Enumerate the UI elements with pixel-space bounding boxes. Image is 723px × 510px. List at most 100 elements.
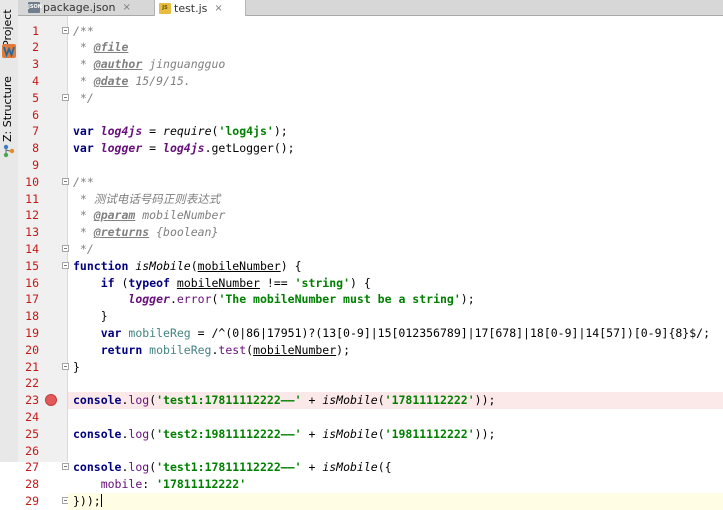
gutter-line[interactable]: 8 [18,140,67,157]
code-line[interactable]: mobile: '17811112222' [68,476,723,493]
line-number: 11 [25,191,39,206]
code-line[interactable] [68,443,723,460]
line-number: 25 [25,426,39,441]
gutter-line[interactable]: 23 [18,392,67,409]
gutter-line[interactable]: 7 [18,123,67,140]
gutter-line[interactable]: 15 [18,258,69,275]
code-token: * [73,208,94,223]
code-line[interactable] [68,409,723,426]
code-token: log [128,426,150,441]
close-icon[interactable]: × [122,1,130,14]
code-line[interactable]: } [68,359,723,376]
code-line[interactable]: * 测试电话号码正则表达式 [68,191,723,208]
gutter-line[interactable]: 12 [18,207,67,224]
code-token: + [301,393,323,408]
code-token: * [73,57,94,72]
code-line[interactable]: console.log('test2:19811112222——' + isMo… [68,426,723,443]
code-line[interactable]: var logger = log4js.getLogger(); [68,140,723,157]
code-line[interactable]: function isMobile(mobileNumber) { [68,258,723,275]
code-line[interactable] [68,157,723,174]
tab-package-json[interactable]: JSON package.json × [24,0,150,15]
line-number: 8 [32,141,39,156]
gutter-line[interactable]: 5 [18,90,69,107]
code-line[interactable]: * @author jinguangguo [68,56,723,73]
gutter-line[interactable]: 25 [18,426,67,443]
gutter-line[interactable]: 10 [18,174,69,191]
code-line[interactable]: var mobileReg = /^(0|86|17951)?(13[0-9]|… [68,325,723,342]
code-line[interactable]: * @param mobileNumber [68,207,723,224]
code-line[interactable]: } [68,308,723,325]
code-line[interactable]: })); [68,492,723,510]
code-token: mobileReg [149,342,212,357]
code-token: ( [377,393,385,408]
gutter-line[interactable]: 22 [18,375,67,392]
line-number: 10 [25,174,39,189]
web-w-icon[interactable] [2,44,16,58]
code-token: } [73,359,80,374]
code-line[interactable]: * @file [68,39,723,56]
gutter-line[interactable]: 21 [18,359,69,376]
code-token: logger [100,141,143,156]
gutter-line[interactable]: 6 [18,107,67,124]
gutter-line[interactable]: 9 [18,157,67,174]
gutter-line[interactable]: 18 [18,308,67,325]
code-token: 'test1:17811112222——' [156,460,302,475]
code-token: @file [93,40,129,55]
code-token: logger [128,292,170,307]
code-line[interactable] [68,375,723,392]
code-token: 'string' [294,275,350,290]
code-line[interactable]: /** [68,174,723,191]
code-line[interactable]: * @returns {boolean} [68,224,723,241]
gutter-line[interactable]: 16 [18,275,67,292]
line-number: 14 [25,241,39,256]
line-number: 5 [32,90,39,105]
gutter-line[interactable]: 1 [18,23,69,40]
code-token: mobileNumber [197,258,281,273]
code-line[interactable]: /** [68,23,723,40]
code-token: })); [73,493,101,508]
gutter-line[interactable]: 17 [18,291,67,308]
close-icon[interactable]: × [214,2,222,15]
gutter-line[interactable]: 26 [18,443,67,460]
code-token: var [73,141,101,156]
gutter-line[interactable]: 11 [18,191,67,208]
structure-tree-icon[interactable] [2,144,16,158]
code-token: mobileNumber [253,342,337,357]
gutter-line[interactable]: 4 [18,73,67,90]
gutter-line[interactable]: 14 [18,241,69,258]
code-line[interactable]: console.log('test1:17811112222——' + isMo… [68,392,723,409]
code-token: @date [93,73,129,88]
code-line[interactable]: return mobileReg.test(mobileNumber); [68,342,723,359]
gutter-line[interactable]: 13 [18,224,67,241]
gutter-line[interactable]: 24 [18,409,67,426]
breakpoint-icon[interactable] [45,394,57,407]
line-number: 13 [25,225,39,240]
code-line[interactable]: */ [68,241,723,258]
gutter-line[interactable]: 28 [18,476,67,493]
code-token: console [73,393,122,408]
code-token: } [73,309,108,324]
code-token: log4js [163,141,205,156]
code-token: ({ [377,460,392,475]
line-number: 19 [25,325,39,340]
structure-tool-button[interactable]: Z: Structure [0,76,18,142]
code-line[interactable]: logger.error('The mobileNumber must be a… [68,291,723,308]
code-line[interactable]: */ [68,90,723,107]
code-token: * [73,40,94,55]
code-token: + [301,460,323,475]
gutter-line[interactable]: 29 [18,493,69,510]
code-line[interactable]: var log4js = require('log4js'); [68,123,723,140]
tab-test-js[interactable]: JS test.js × [154,0,246,16]
gutter-line[interactable]: 20 [18,342,67,359]
line-number: 3 [32,57,39,72]
code-line[interactable]: * @date 15/9/15. [68,73,723,90]
line-number: 15 [25,258,39,273]
gutter-line[interactable]: 3 [18,56,67,73]
code-token: : [142,477,157,492]
code-token: 'test1:17811112222——' [156,393,302,408]
code-line[interactable]: if (typeof mobileNumber !== 'string') { [68,275,723,292]
gutter-line[interactable]: 2 [18,39,67,56]
code-line[interactable] [68,107,723,124]
gutter-line[interactable]: 19 [18,325,67,342]
